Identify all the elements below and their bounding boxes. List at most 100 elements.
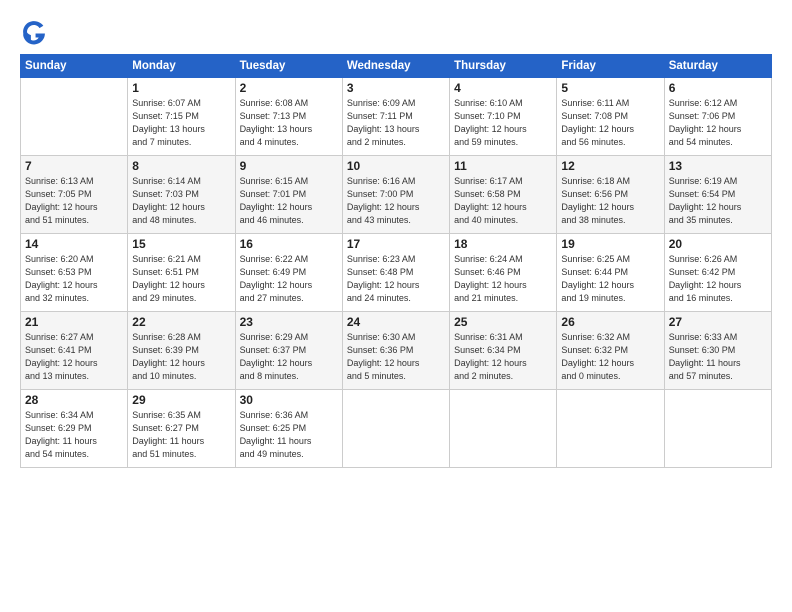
calendar-cell — [557, 390, 664, 468]
calendar-cell: 10 Sunrise: 6:16 AM Sunset: 7:00 PM Dayli… — [342, 156, 449, 234]
day-detail: Sunrise: 6:25 AM Sunset: 6:44 PM Dayligh… — [561, 253, 659, 305]
week-row-5: 28 Sunrise: 6:34 AM Sunset: 6:29 PM Dayli… — [21, 390, 772, 468]
calendar-cell: 1 Sunrise: 6:07 AM Sunset: 7:15 PM Daylig… — [128, 78, 235, 156]
calendar-cell — [450, 390, 557, 468]
day-detail: Sunrise: 6:32 AM Sunset: 6:32 PM Dayligh… — [561, 331, 659, 383]
day-number: 10 — [347, 159, 445, 173]
calendar-cell: 8 Sunrise: 6:14 AM Sunset: 7:03 PM Daylig… — [128, 156, 235, 234]
day-number: 12 — [561, 159, 659, 173]
week-row-1: 1 Sunrise: 6:07 AM Sunset: 7:15 PM Daylig… — [21, 78, 772, 156]
col-header-friday: Friday — [557, 55, 664, 78]
day-detail: Sunrise: 6:15 AM Sunset: 7:01 PM Dayligh… — [240, 175, 338, 227]
day-detail: Sunrise: 6:35 AM Sunset: 6:27 PM Dayligh… — [132, 409, 230, 461]
day-number: 11 — [454, 159, 552, 173]
calendar-cell — [21, 78, 128, 156]
day-detail: Sunrise: 6:19 AM Sunset: 6:54 PM Dayligh… — [669, 175, 767, 227]
header — [20, 18, 772, 46]
calendar-cell: 25 Sunrise: 6:31 AM Sunset: 6:34 PM Dayli… — [450, 312, 557, 390]
day-detail: Sunrise: 6:13 AM Sunset: 7:05 PM Dayligh… — [25, 175, 123, 227]
day-detail: Sunrise: 6:34 AM Sunset: 6:29 PM Dayligh… — [25, 409, 123, 461]
day-number: 7 — [25, 159, 123, 173]
calendar-cell: 7 Sunrise: 6:13 AM Sunset: 7:05 PM Daylig… — [21, 156, 128, 234]
day-number: 27 — [669, 315, 767, 329]
day-detail: Sunrise: 6:07 AM Sunset: 7:15 PM Dayligh… — [132, 97, 230, 149]
logo — [20, 18, 52, 46]
day-number: 25 — [454, 315, 552, 329]
day-detail: Sunrise: 6:28 AM Sunset: 6:39 PM Dayligh… — [132, 331, 230, 383]
header-row: SundayMondayTuesdayWednesdayThursdayFrid… — [21, 55, 772, 78]
calendar-cell: 17Sunrise: 6:23 AM Sunset: 6:48 PM Dayli… — [342, 234, 449, 312]
day-detail: Sunrise: 6:12 AM Sunset: 7:06 PM Dayligh… — [669, 97, 767, 149]
week-row-2: 7 Sunrise: 6:13 AM Sunset: 7:05 PM Daylig… — [21, 156, 772, 234]
calendar-cell: 30 Sunrise: 6:36 AM Sunset: 6:25 PM Dayli… — [235, 390, 342, 468]
day-number: 13 — [669, 159, 767, 173]
day-number: 8 — [132, 159, 230, 173]
day-number: 17 — [347, 237, 445, 251]
logo-icon — [20, 18, 48, 46]
col-header-sunday: Sunday — [21, 55, 128, 78]
day-number: 22 — [132, 315, 230, 329]
calendar-cell: 15Sunrise: 6:21 AM Sunset: 6:51 PM Dayli… — [128, 234, 235, 312]
day-detail: Sunrise: 6:26 AM Sunset: 6:42 PM Dayligh… — [669, 253, 767, 305]
day-number: 21 — [25, 315, 123, 329]
day-detail: Sunrise: 6:09 AM Sunset: 7:11 PM Dayligh… — [347, 97, 445, 149]
day-detail: Sunrise: 6:36 AM Sunset: 6:25 PM Dayligh… — [240, 409, 338, 461]
day-detail: Sunrise: 6:08 AM Sunset: 7:13 PM Dayligh… — [240, 97, 338, 149]
day-detail: Sunrise: 6:21 AM Sunset: 6:51 PM Dayligh… — [132, 253, 230, 305]
col-header-tuesday: Tuesday — [235, 55, 342, 78]
calendar-cell: 24 Sunrise: 6:30 AM Sunset: 6:36 PM Dayli… — [342, 312, 449, 390]
day-number: 6 — [669, 81, 767, 95]
day-number: 16 — [240, 237, 338, 251]
calendar-cell: 11 Sunrise: 6:17 AM Sunset: 6:58 PM Dayli… — [450, 156, 557, 234]
day-number: 24 — [347, 315, 445, 329]
calendar-cell: 19 Sunrise: 6:25 AM Sunset: 6:44 PM Dayli… — [557, 234, 664, 312]
calendar-cell — [664, 390, 771, 468]
calendar-cell: 27 Sunrise: 6:33 AM Sunset: 6:30 PM Dayli… — [664, 312, 771, 390]
calendar-cell — [342, 390, 449, 468]
day-number: 30 — [240, 393, 338, 407]
col-header-saturday: Saturday — [664, 55, 771, 78]
calendar-cell: 22 Sunrise: 6:28 AM Sunset: 6:39 PM Dayli… — [128, 312, 235, 390]
day-detail: Sunrise: 6:16 AM Sunset: 7:00 PM Dayligh… — [347, 175, 445, 227]
calendar-cell: 28 Sunrise: 6:34 AM Sunset: 6:29 PM Dayli… — [21, 390, 128, 468]
calendar-cell: 14 Sunrise: 6:20 AM Sunset: 6:53 PM Dayli… — [21, 234, 128, 312]
calendar-cell: 6 Sunrise: 6:12 AM Sunset: 7:06 PM Daylig… — [664, 78, 771, 156]
calendar-cell: 20 Sunrise: 6:26 AM Sunset: 6:42 PM Dayli… — [664, 234, 771, 312]
day-detail: Sunrise: 6:30 AM Sunset: 6:36 PM Dayligh… — [347, 331, 445, 383]
calendar-cell: 18 Sunrise: 6:24 AM Sunset: 6:46 PM Dayli… — [450, 234, 557, 312]
day-number: 1 — [132, 81, 230, 95]
calendar-cell: 5 Sunrise: 6:11 AM Sunset: 7:08 PM Daylig… — [557, 78, 664, 156]
day-detail: Sunrise: 6:27 AM Sunset: 6:41 PM Dayligh… — [25, 331, 123, 383]
day-detail: Sunrise: 6:29 AM Sunset: 6:37 PM Dayligh… — [240, 331, 338, 383]
day-detail: Sunrise: 6:24 AM Sunset: 6:46 PM Dayligh… — [454, 253, 552, 305]
day-number: 9 — [240, 159, 338, 173]
day-detail: Sunrise: 6:17 AM Sunset: 6:58 PM Dayligh… — [454, 175, 552, 227]
calendar-cell: 26 Sunrise: 6:32 AM Sunset: 6:32 PM Dayli… — [557, 312, 664, 390]
day-detail: Sunrise: 6:20 AM Sunset: 6:53 PM Dayligh… — [25, 253, 123, 305]
day-detail: Sunrise: 6:22 AM Sunset: 6:49 PM Dayligh… — [240, 253, 338, 305]
day-number: 14 — [25, 237, 123, 251]
day-number: 20 — [669, 237, 767, 251]
day-number: 5 — [561, 81, 659, 95]
calendar-cell: 12 Sunrise: 6:18 AM Sunset: 6:56 PM Dayli… — [557, 156, 664, 234]
day-number: 29 — [132, 393, 230, 407]
day-detail: Sunrise: 6:33 AM Sunset: 6:30 PM Dayligh… — [669, 331, 767, 383]
col-header-monday: Monday — [128, 55, 235, 78]
day-number: 28 — [25, 393, 123, 407]
day-number: 3 — [347, 81, 445, 95]
day-number: 19 — [561, 237, 659, 251]
week-row-3: 14 Sunrise: 6:20 AM Sunset: 6:53 PM Dayli… — [21, 234, 772, 312]
day-number: 18 — [454, 237, 552, 251]
calendar-cell: 13 Sunrise: 6:19 AM Sunset: 6:54 PM Dayli… — [664, 156, 771, 234]
day-number: 4 — [454, 81, 552, 95]
day-detail: Sunrise: 6:14 AM Sunset: 7:03 PM Dayligh… — [132, 175, 230, 227]
calendar-cell: 2 Sunrise: 6:08 AM Sunset: 7:13 PM Daylig… — [235, 78, 342, 156]
calendar-cell: 21 Sunrise: 6:27 AM Sunset: 6:41 PM Dayli… — [21, 312, 128, 390]
calendar-cell: 23Sunrise: 6:29 AM Sunset: 6:37 PM Dayli… — [235, 312, 342, 390]
day-detail: Sunrise: 6:18 AM Sunset: 6:56 PM Dayligh… — [561, 175, 659, 227]
day-number: 2 — [240, 81, 338, 95]
day-detail: Sunrise: 6:11 AM Sunset: 7:08 PM Dayligh… — [561, 97, 659, 149]
calendar-cell: 29 Sunrise: 6:35 AM Sunset: 6:27 PM Dayli… — [128, 390, 235, 468]
day-detail: Sunrise: 6:31 AM Sunset: 6:34 PM Dayligh… — [454, 331, 552, 383]
day-number: 26 — [561, 315, 659, 329]
